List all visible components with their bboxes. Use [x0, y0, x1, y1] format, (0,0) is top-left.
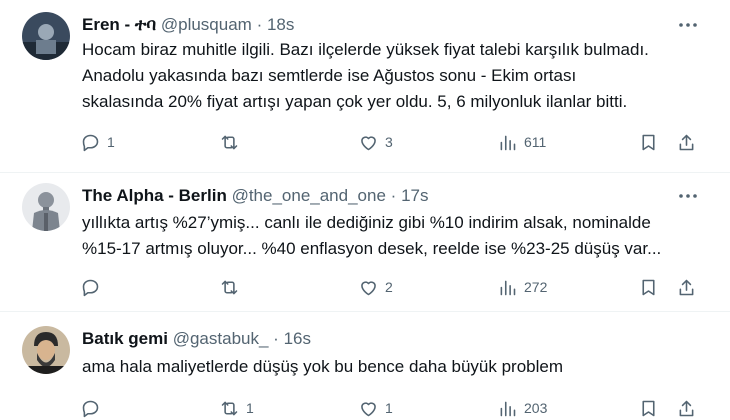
action-bar: 1 3 611	[0, 130, 730, 154]
reply-button[interactable]: 1	[80, 130, 115, 154]
timestamp[interactable]: 16s	[284, 329, 311, 348]
views-icon	[500, 401, 516, 416]
retweet-icon	[221, 401, 238, 415]
retweet-icon	[221, 135, 238, 149]
separator-dot: ·	[390, 186, 397, 205]
retweet-button[interactable]: 1	[219, 396, 254, 420]
tweet-text-line: ama hala maliyetlerde düşüş yok bu bence…	[82, 357, 564, 376]
like-button[interactable]: 3	[358, 130, 393, 154]
views-button[interactable]: 272	[497, 275, 547, 299]
share-button[interactable]	[676, 130, 697, 154]
like-icon	[361, 401, 376, 416]
like-count: 3	[385, 134, 393, 150]
share-icon	[679, 279, 694, 295]
display-name[interactable]: The Alpha - Berlin	[82, 186, 227, 205]
separator-dot: ·	[273, 329, 279, 348]
tweet-header: Batık gemi @gastabuk_ · 16s	[82, 328, 311, 350]
bookmark-button[interactable]	[638, 396, 659, 420]
views-count: 203	[524, 400, 548, 416]
action-bar: 2 272	[0, 275, 730, 299]
user-handle[interactable]: @plusquam	[161, 15, 252, 34]
reply-icon	[82, 400, 99, 417]
retweet-button[interactable]	[219, 275, 246, 299]
bookmark-icon	[642, 400, 655, 416]
reply-button[interactable]	[80, 275, 107, 299]
user-handle[interactable]: @the_one_and_one	[232, 186, 386, 205]
display-name[interactable]: Batık gemi	[82, 329, 168, 348]
retweet-icon	[221, 280, 238, 294]
tweet-3[interactable]: Batık gemi @gastabuk_ · 16s ama hala mal…	[0, 312, 730, 420]
like-button[interactable]: 1	[358, 396, 393, 420]
tweet-text: Hocam biraz muhitle ilgili. Bazı ilçeler…	[82, 37, 712, 115]
tweet-text-line: Hocam biraz muhitle ilgili. Bazı ilçeler…	[82, 40, 649, 59]
bookmark-icon	[642, 134, 655, 150]
share-icon	[679, 400, 694, 416]
retweet-button[interactable]	[219, 130, 246, 154]
more-icon[interactable]	[676, 14, 700, 36]
tweet-header: Eren - ተባ @plusquam · 18s	[82, 14, 294, 36]
user-handle[interactable]: @gastabuk_	[173, 329, 269, 348]
tweet-1[interactable]: Eren - ተባ @plusquam · 18s Hocam biraz mu…	[0, 0, 730, 172]
views-icon	[500, 280, 516, 295]
tweet-text: yıllıkta artış %27’ymiş... canlı ile ded…	[82, 210, 712, 262]
avatar[interactable]	[22, 12, 70, 60]
like-icon	[361, 280, 376, 295]
bookmark-icon	[642, 279, 655, 295]
separator-dot: ·	[256, 15, 263, 34]
views-count: 272	[524, 279, 548, 295]
bookmark-button[interactable]	[638, 130, 659, 154]
avatar[interactable]	[22, 326, 70, 374]
like-button[interactable]: 2	[358, 275, 393, 299]
like-count: 1	[385, 400, 393, 416]
tweet-text: ama hala maliyetlerde düşüş yok bu bence…	[82, 354, 712, 380]
avatar[interactable]	[22, 183, 70, 231]
share-icon	[679, 134, 694, 150]
timestamp[interactable]: 17s	[401, 186, 428, 205]
tweet-text-line: yıllıkta artış %27’ymiş... canlı ile ded…	[82, 213, 651, 232]
reply-icon	[82, 134, 99, 151]
like-count: 2	[385, 279, 393, 295]
retweet-count: 1	[246, 400, 254, 416]
tweet-2[interactable]: The Alpha - Berlin @the_one_and_one · 17…	[0, 173, 730, 311]
reply-button[interactable]	[80, 396, 107, 420]
bookmark-button[interactable]	[638, 275, 659, 299]
timestamp[interactable]: 18s	[267, 15, 294, 34]
reply-icon	[82, 279, 99, 296]
tweet-text-line: %15-17 artmış oluyor... %40 enflasyon de…	[82, 239, 662, 258]
reply-count: 1	[107, 134, 115, 150]
display-name[interactable]: Eren - ተባ	[82, 15, 156, 34]
tweet-text-line: Anadolu yakasında bazı semtlerde ise Ağu…	[82, 66, 577, 85]
tweet-text-line: skalasında 20% fiyat artışı yapan çok ye…	[82, 92, 628, 111]
more-icon[interactable]	[676, 185, 700, 207]
tweet-header: The Alpha - Berlin @the_one_and_one · 17…	[82, 185, 428, 207]
views-count: 611	[524, 134, 547, 150]
like-icon	[361, 135, 376, 150]
views-button[interactable]: 203	[497, 396, 547, 420]
share-button[interactable]	[676, 396, 697, 420]
views-button[interactable]: 611	[497, 130, 546, 154]
views-icon	[500, 135, 516, 150]
action-bar: 1 1 203	[0, 396, 730, 420]
share-button[interactable]	[676, 275, 697, 299]
